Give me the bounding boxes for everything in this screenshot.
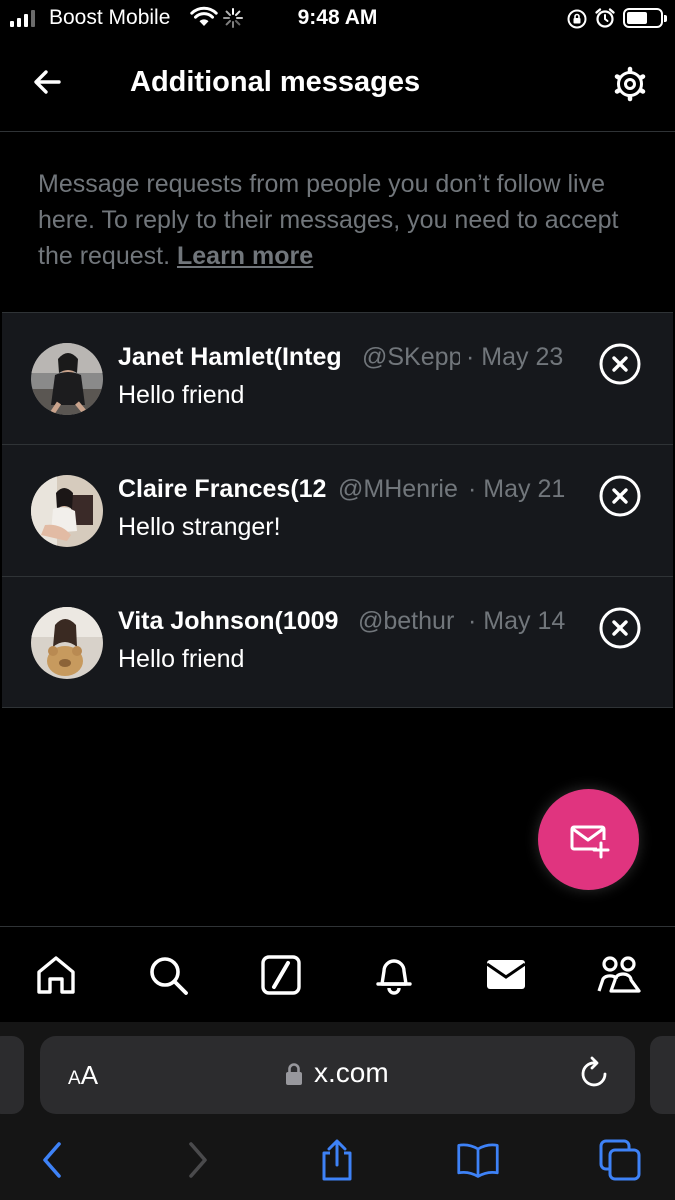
- url-text: x.com: [314, 1057, 389, 1088]
- previous-tab-preview[interactable]: [0, 1036, 24, 1114]
- reload-icon[interactable]: [578, 1056, 612, 1092]
- back-button[interactable]: [28, 62, 68, 102]
- new-message-icon: [570, 825, 609, 858]
- sender-handle: @MHenrie: [338, 475, 458, 503]
- browser-back-button[interactable]: [30, 1138, 74, 1182]
- nav-messages[interactable]: [482, 951, 530, 999]
- grok-icon: [261, 955, 301, 995]
- avatar[interactable]: [31, 475, 103, 547]
- chevron-left-icon: [43, 1142, 61, 1178]
- arrow-left-icon: [34, 70, 61, 94]
- sender-line: Claire Frances(12 @MHenrie · May 21: [118, 475, 578, 509]
- message-preview: Hello stranger!: [118, 513, 281, 541]
- nav-home[interactable]: [32, 951, 80, 999]
- learn-more-link[interactable]: Learn more: [177, 242, 313, 270]
- info-text: Message requests from people you don’t f…: [38, 170, 619, 270]
- settings-button[interactable]: [608, 62, 652, 106]
- message-preview: Hello friend: [118, 381, 245, 409]
- message-request-list: Janet Hamlet(Integ @SKepp · May 23 Hello…: [2, 312, 673, 708]
- nav-grok[interactable]: [257, 951, 305, 999]
- browser-toolbar: AA x.com: [0, 1022, 675, 1200]
- reader-settings-button[interactable]: AA: [68, 1060, 98, 1091]
- alarm-icon: [595, 8, 615, 28]
- sender-handle: @SKepp: [362, 343, 460, 371]
- close-circle-icon: [599, 343, 641, 385]
- share-icon: [322, 1139, 352, 1181]
- page-title: Additional messages: [130, 66, 421, 98]
- chevron-right-icon: [189, 1142, 207, 1178]
- sender-line: Vita Johnson(1009 @bethur · May 14: [118, 607, 578, 641]
- share-button[interactable]: [315, 1138, 359, 1182]
- info-description: Message requests from people you don’t f…: [38, 166, 648, 274]
- avatar[interactable]: [31, 343, 103, 415]
- communities-icon: [597, 956, 641, 993]
- messages-icon: [486, 960, 526, 989]
- close-circle-icon: [599, 607, 641, 649]
- dismiss-request-button[interactable]: [598, 342, 642, 386]
- gear-icon: [614, 66, 646, 102]
- search-icon: [150, 957, 188, 995]
- message-request-row[interactable]: Janet Hamlet(Integ @SKepp · May 23 Hello…: [2, 312, 673, 444]
- sender-name: Vita Johnson(1009: [118, 607, 339, 635]
- dismiss-request-button[interactable]: [598, 474, 642, 518]
- sender-name: Janet Hamlet(Integ: [118, 343, 342, 371]
- bottom-navigation: [0, 926, 675, 1022]
- home-icon: [37, 956, 75, 994]
- tabs-button[interactable]: [598, 1138, 642, 1182]
- notifications-icon: [376, 959, 412, 995]
- dismiss-request-button[interactable]: [598, 606, 642, 650]
- next-tab-preview[interactable]: [650, 1036, 675, 1114]
- sender-name: Claire Frances(12: [118, 475, 327, 503]
- browser-forward-button[interactable]: [176, 1138, 220, 1182]
- orientation-lock-icon: [567, 9, 587, 29]
- page-header: Additional messages: [0, 40, 675, 132]
- sender-handle: @bethur: [358, 607, 455, 635]
- tabs-icon: [599, 1139, 641, 1181]
- new-message-button[interactable]: [538, 789, 639, 890]
- lock-icon: [286, 1063, 302, 1085]
- battery-icon: [623, 8, 667, 28]
- message-date: · May 14: [468, 607, 566, 635]
- message-date: · May 21: [468, 475, 566, 503]
- message-preview: Hello friend: [118, 645, 245, 673]
- message-date: · May 23: [466, 343, 564, 371]
- status-bar: Boost Mobile 9:48 AM: [0, 0, 675, 40]
- bookmarks-button[interactable]: [456, 1138, 500, 1182]
- message-request-row[interactable]: Claire Frances(12 @MHenrie · May 21 Hell…: [2, 444, 673, 576]
- address-bar[interactable]: AA x.com: [40, 1036, 635, 1114]
- close-circle-icon: [599, 475, 641, 517]
- message-request-row[interactable]: Vita Johnson(1009 @bethur · May 14 Hello…: [2, 576, 673, 708]
- nav-search[interactable]: [144, 951, 192, 999]
- book-icon: [457, 1143, 499, 1178]
- nav-communities[interactable]: [595, 951, 643, 999]
- nav-notifications[interactable]: [370, 951, 418, 999]
- avatar[interactable]: [31, 607, 103, 679]
- sender-line: Janet Hamlet(Integ @SKepp · May 23: [118, 343, 578, 377]
